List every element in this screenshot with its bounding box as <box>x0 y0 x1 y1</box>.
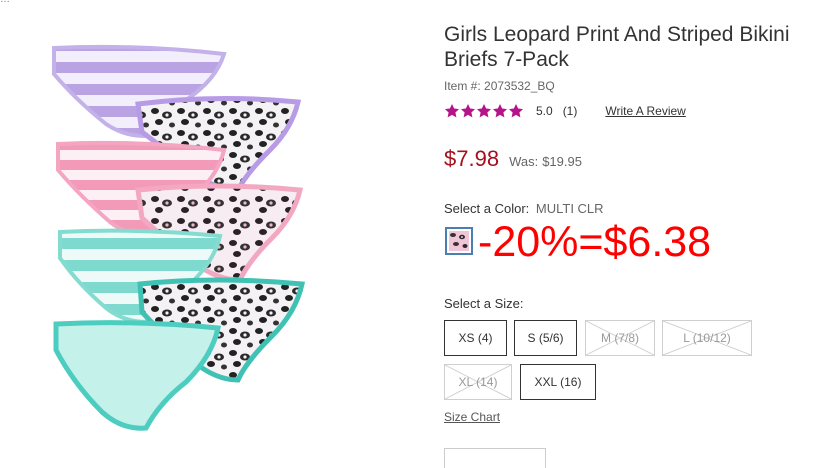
review-count[interactable]: (1) <box>563 104 578 118</box>
size-xs-4-button[interactable]: XS (4) <box>444 320 507 356</box>
size-label-s: S (5/6) <box>527 331 564 345</box>
price-row: $7.98 Was: $19.95 <box>444 146 582 172</box>
size-label-xs: XS (4) <box>458 331 493 345</box>
star-icon <box>445 104 459 118</box>
size-s-5-6-button[interactable]: S (5/6) <box>514 320 577 356</box>
star-icon <box>461 104 475 118</box>
product-image[interactable] <box>46 40 324 440</box>
was-label: Was: <box>509 154 539 169</box>
rating-row: 5.0 (1) Write A Review <box>444 101 686 121</box>
size-l-10-12-button[interactable]: L (10/12) <box>662 320 752 356</box>
size-chart-link[interactable]: Size Chart <box>444 410 500 424</box>
size-label: Select a Size: <box>444 296 524 311</box>
item-number: Item #: 2073532_BQ <box>444 79 555 93</box>
color-label-row: Select a Color: MULTI CLR <box>444 201 604 216</box>
size-xl-14-button[interactable]: XL (14) <box>444 364 512 400</box>
quantity-selector[interactable] <box>444 448 546 468</box>
top-edge-text: … <box>0 0 10 5</box>
rating-stars <box>444 103 524 119</box>
size-label-m: M (7/8) <box>600 331 639 345</box>
star-icon <box>477 104 491 118</box>
size-label-xxl: XXL (16) <box>534 375 582 389</box>
was-price: $19.95 <box>542 154 582 169</box>
size-label-xl: XL (14) <box>458 375 498 389</box>
write-review-link[interactable]: Write A Review <box>605 104 685 118</box>
sale-price: $7.98 <box>444 146 500 171</box>
size-m-7-8-button[interactable]: M (7/8) <box>585 320 655 356</box>
rating-value: 5.0 <box>536 104 553 118</box>
color-swatch-multi-clr[interactable] <box>445 227 473 255</box>
size-label-l: L (10/12) <box>683 331 731 345</box>
star-icon <box>509 104 523 118</box>
star-icon <box>493 104 507 118</box>
selected-color-value: MULTI CLR <box>535 201 604 216</box>
leopard-swatch-icon <box>449 231 469 251</box>
promo-price-overlay: -20%=$6.38 <box>478 218 712 266</box>
color-label: Select a Color: <box>444 201 530 216</box>
size-xxl-16-button[interactable]: XXL (16) <box>520 364 596 400</box>
product-title: Girls Leopard Print And Striped Bikini B… <box>444 23 790 71</box>
